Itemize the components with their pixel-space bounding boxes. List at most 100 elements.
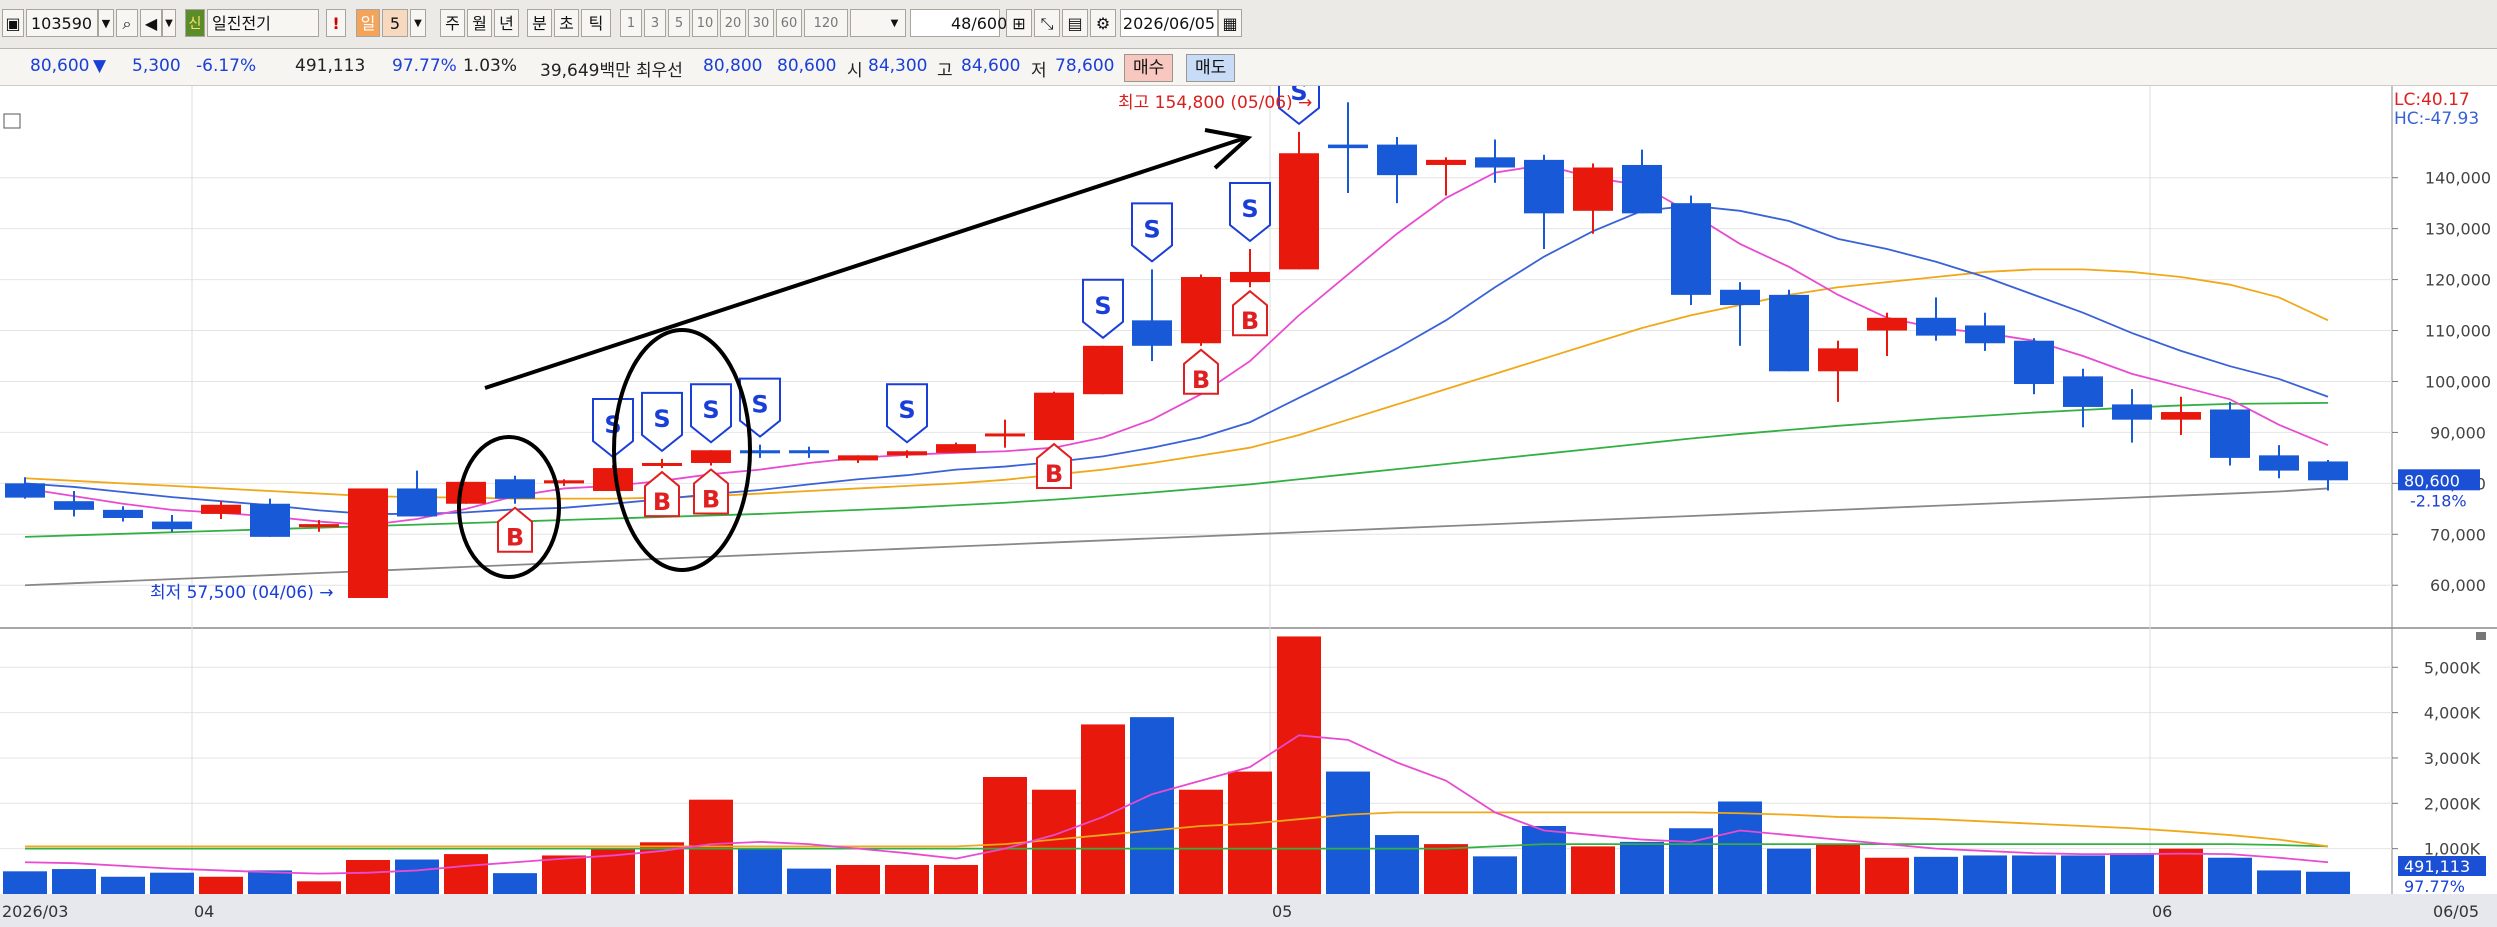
- candle-body: [1034, 392, 1074, 441]
- save-icon[interactable]: ▤: [1062, 9, 1088, 37]
- tab-year[interactable]: 년: [494, 9, 519, 37]
- volume-bar: [297, 881, 341, 894]
- settings-icon[interactable]: ⚙: [1090, 9, 1116, 37]
- price-tick-label: 90,000: [2430, 423, 2486, 442]
- minute-option-3[interactable]: 3: [644, 9, 666, 37]
- period-num-field[interactable]: 5: [382, 9, 408, 37]
- volume-bar: [1865, 857, 1909, 894]
- panel-collapse-icon[interactable]: [2476, 632, 2486, 640]
- alert-icon[interactable]: !: [326, 9, 346, 37]
- tab-week[interactable]: 주: [440, 9, 465, 37]
- best-price-label: 최우선: [636, 61, 683, 81]
- candle-body: [2259, 455, 2299, 471]
- candle-body: [1769, 294, 1809, 372]
- candle-body: [740, 450, 780, 454]
- volume-tick-label: 3,000K: [2424, 749, 2481, 768]
- volume-bar: [1326, 771, 1370, 894]
- candle-body: [789, 450, 829, 454]
- date-input[interactable]: 2026/06/05: [1120, 9, 1218, 37]
- minute-option-30[interactable]: 30: [748, 9, 774, 37]
- low-price: 78,600: [1055, 56, 1115, 76]
- candle-body: [1818, 348, 1858, 372]
- volume-bar: [101, 876, 145, 894]
- candle-body: [250, 503, 290, 537]
- code-dropdown-icon[interactable]: ▼: [98, 9, 114, 37]
- sell-button[interactable]: 매도: [1186, 54, 1236, 82]
- candle-body: [691, 450, 731, 463]
- volume-bar: [2208, 857, 2252, 894]
- chart-toolbar: ▣ 103590 ▼ ⌕ ◀ ▼ 신 일진전기 ! 일 5 ▼ 주 월 년 분 …: [0, 0, 2497, 49]
- minute-option-5[interactable]: 5: [668, 9, 690, 37]
- bar-count-input[interactable]: 48/600: [910, 9, 1007, 37]
- sell-signal-label: S: [653, 405, 670, 433]
- volume-bar: [934, 864, 978, 894]
- buy-signal-label: B: [1241, 307, 1259, 335]
- period-dropdown-icon[interactable]: ▼: [410, 9, 426, 37]
- minute-option-60[interactable]: 60: [776, 9, 802, 37]
- minute-option-20[interactable]: 20: [720, 9, 746, 37]
- x-axis-band: [0, 894, 2497, 927]
- custom-period-dropdown-icon[interactable]: ▼: [884, 9, 906, 37]
- candle-body: [1377, 144, 1417, 176]
- volume-bar: [199, 876, 243, 894]
- buy-button[interactable]: 매수: [1124, 54, 1174, 82]
- buy-signal-label: B: [653, 488, 671, 516]
- bar-count-value: 48: [951, 14, 972, 33]
- volume-bar: [52, 869, 96, 894]
- volume-bar: [2061, 855, 2105, 894]
- quote-bar: 80,600 ▼ 5,300 -6.17% 491,113 97.77% 1.0…: [0, 49, 2497, 86]
- bar-count-total: /600: [971, 14, 1008, 33]
- minute-option-120[interactable]: 120: [804, 9, 848, 37]
- sound-icon[interactable]: ◀: [140, 9, 162, 37]
- buy-signal-label: B: [1192, 366, 1210, 394]
- volume-tick-label: 2,000K: [2424, 794, 2481, 813]
- volume-tick-label: 5,000K: [2424, 658, 2481, 677]
- stock-name-field[interactable]: 일진전기: [207, 9, 319, 37]
- candle-body: [54, 501, 94, 510]
- add-indicator-icon[interactable]: ⊞: [1006, 9, 1032, 37]
- tab-second[interactable]: 초: [554, 9, 579, 37]
- candle-body: [2210, 409, 2250, 458]
- candle-body: [201, 504, 241, 514]
- volume-bar: [1424, 844, 1468, 894]
- calendar-icon[interactable]: ▦: [1218, 9, 1242, 37]
- minute-option-1[interactable]: 1: [620, 9, 642, 37]
- candle-body: [1475, 157, 1515, 168]
- sell-signal-label: S: [751, 391, 768, 419]
- current-price-badge-text: 80,600: [2404, 471, 2460, 490]
- x-axis-label: 2026/03: [2, 902, 68, 921]
- volume-bar: [1228, 771, 1272, 894]
- candle-body: [887, 451, 927, 456]
- minute-option-10[interactable]: 10: [692, 9, 718, 37]
- tab-tick[interactable]: 틱: [581, 9, 611, 37]
- stock-code-input[interactable]: 103590: [26, 9, 98, 37]
- tab-month[interactable]: 월: [467, 9, 492, 37]
- candle-body: [1083, 345, 1123, 395]
- candle-body: [1328, 144, 1368, 149]
- search-icon[interactable]: ⌕: [116, 9, 138, 37]
- current-price: 80,600: [30, 56, 90, 76]
- tab-minute[interactable]: 분: [527, 9, 552, 37]
- x-axis-label: 05: [1272, 902, 1292, 921]
- sound-dropdown-icon[interactable]: ▼: [162, 9, 176, 37]
- chart-menu-icon[interactable]: ▣: [2, 9, 24, 37]
- period-active-tab[interactable]: 일: [356, 9, 380, 37]
- volume-bar: [2110, 853, 2154, 894]
- volume-bar: [2306, 871, 2350, 894]
- change-percent: -6.17%: [196, 56, 257, 76]
- max-price-label: 최고 154,800 (05/06) →: [1118, 93, 1312, 113]
- candle-body: [2063, 376, 2103, 407]
- candle-body: [152, 521, 192, 530]
- candle-body: [2014, 340, 2054, 385]
- current-volume-badge-text: 491,113: [2404, 857, 2470, 876]
- candle-body: [1230, 271, 1270, 283]
- price-tick-label: 60,000: [2430, 576, 2486, 595]
- candle-body: [544, 480, 584, 484]
- volume-bar: [1522, 825, 1566, 894]
- candle-body: [495, 479, 535, 499]
- price-volume-chart[interactable]: BSSBSBSSBSSBBSS 60,00070,00080,00090,000…: [0, 86, 2497, 927]
- line-tool-icon[interactable]: ⤡: [1034, 9, 1060, 37]
- volume-bar: [1914, 856, 1958, 894]
- candle-body: [446, 481, 486, 504]
- turnover-percent: 1.03%: [463, 56, 518, 76]
